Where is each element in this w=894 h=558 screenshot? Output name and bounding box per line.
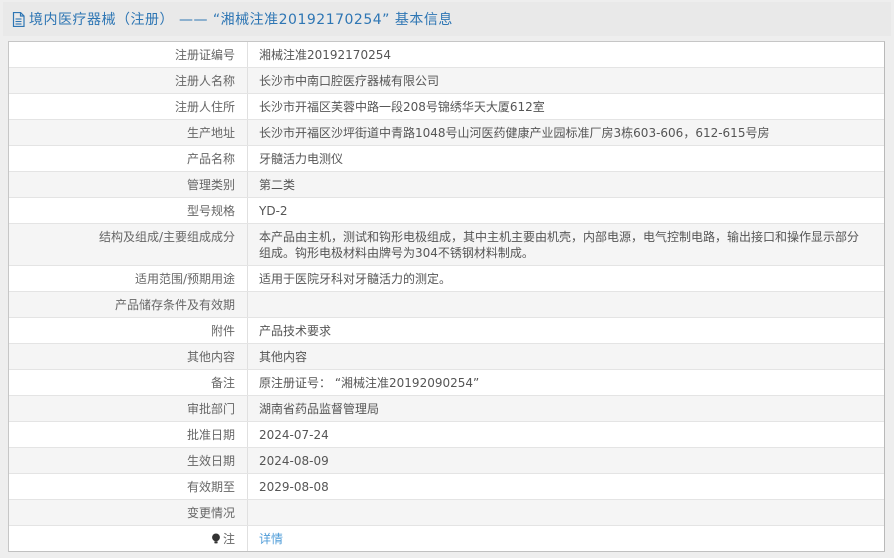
row-label: 生效日期: [9, 448, 248, 473]
table-row: 变更情况: [9, 499, 884, 525]
row-label: 注册人名称: [9, 68, 248, 93]
table-row: 备注 原注册证号： “湘械注准20192090254”: [9, 369, 884, 395]
table-row: 审批部门 湖南省药品监督管理局: [9, 395, 884, 421]
table-row: 注册人住所 长沙市开福区芙蓉中路一段208号锦绣华天大厦612室: [9, 93, 884, 119]
row-value: 湘械注准20192170254: [259, 48, 391, 62]
row-label-text: 型号规格: [186, 204, 235, 218]
table-row: 型号规格 YD-2: [9, 197, 884, 223]
row-label: 其他内容: [9, 344, 248, 369]
row-label: 结构及组成/主要组成成分: [9, 224, 248, 265]
table-row: 有效期至 2029-08-08: [9, 473, 884, 499]
row-value: 长沙市中南口腔医疗器械有限公司: [259, 74, 440, 88]
row-value: 长沙市开福区沙坪街道中青路1048号山河医药健康产业园标准厂房3栋603-606…: [259, 126, 770, 140]
row-value: [248, 500, 884, 525]
row-label-text: 有效期至: [186, 480, 235, 494]
table-row: 适用范围/预期用途 适用于医院牙科对牙髓活力的测定。: [9, 265, 884, 291]
table-row: 注 详情: [9, 525, 884, 551]
row-label: 注册证编号: [9, 42, 248, 67]
row-value: 牙髓活力电测仪: [259, 152, 344, 166]
table-row: 生产地址 长沙市开福区沙坪街道中青路1048号山河医药健康产业园标准厂房3栋60…: [9, 119, 884, 145]
row-label-text: 适用范围/预期用途: [134, 272, 235, 286]
row-value: 本产品由主机，测试和钩形电极组成，其中主机主要由机壳，内部电源，电气控制电路，输…: [259, 230, 860, 260]
row-value: 适用于医院牙科对牙髓活力的测定。: [259, 272, 452, 286]
table-row: 其他内容 其他内容: [9, 343, 884, 369]
table-row: 附件 产品技术要求: [9, 317, 884, 343]
row-label: 管理类别: [9, 172, 248, 197]
table-row: 产品储存条件及有效期: [9, 291, 884, 317]
row-value: YD-2: [259, 204, 288, 218]
row-label-text: 批准日期: [186, 428, 235, 442]
table-row: 生效日期 2024-08-09: [9, 447, 884, 473]
row-label: 生产地址: [9, 120, 248, 145]
row-label-text: 审批部门: [186, 402, 235, 416]
row-label: 型号规格: [9, 198, 248, 223]
table-row: 产品名称 牙髓活力电测仪: [9, 145, 884, 171]
row-label-text: 管理类别: [186, 178, 235, 192]
row-label: 批准日期: [9, 422, 248, 447]
row-label-text: 注册证编号: [174, 48, 235, 62]
row-label: 适用范围/预期用途: [9, 266, 248, 291]
row-label: 备注: [9, 370, 248, 395]
row-value: 产品技术要求: [259, 324, 332, 338]
row-value: 湖南省药品监督管理局: [259, 402, 380, 416]
row-label-text: 产品储存条件及有效期: [114, 298, 235, 312]
table-row: 批准日期 2024-07-24: [9, 421, 884, 447]
row-value: 2029-08-08: [259, 480, 329, 494]
row-label-text: 产品名称: [186, 152, 235, 166]
row-value: 长沙市开福区芙蓉中路一段208号锦绣华天大厦612室: [259, 100, 545, 114]
row-label-text: 注: [222, 532, 235, 546]
row-label: 变更情况: [9, 500, 248, 525]
table-row: 注册人名称 长沙市中南口腔医疗器械有限公司: [9, 67, 884, 93]
row-label: 注册人住所: [9, 94, 248, 119]
row-label: 产品储存条件及有效期: [9, 292, 248, 317]
row-value: 2024-07-24: [259, 428, 329, 442]
page-title: 境内医疗器械（注册） —— “湘械注准20192170254” 基本信息: [29, 12, 453, 28]
row-label-text: 其他内容: [186, 350, 235, 364]
row-label: 审批部门: [9, 396, 248, 421]
row-value: [248, 292, 884, 317]
row-label-text: 注册人住所: [174, 100, 235, 114]
row-label: 附件: [9, 318, 248, 343]
table-row: 注册证编号 湘械注准20192170254: [9, 42, 884, 67]
table-row: 管理类别 第二类: [9, 171, 884, 197]
row-value: 第二类: [259, 178, 296, 192]
row-label-text: 生产地址: [186, 126, 235, 140]
row-value: 原注册证号： “湘械注准20192090254”: [259, 376, 480, 390]
row-label-text: 变更情况: [186, 506, 235, 520]
table-row: 结构及组成/主要组成成分 本产品由主机，测试和钩形电极组成，其中主机主要由机壳，…: [9, 223, 884, 265]
row-label-text: 附件: [210, 324, 235, 338]
row-label-text: 生效日期: [186, 454, 235, 468]
header-bar: 境内医疗器械（注册） —— “湘械注准20192170254” 基本信息: [3, 2, 891, 36]
row-value: 2024-08-09: [259, 454, 329, 468]
details-link[interactable]: 详情: [259, 532, 283, 546]
row-label: 有效期至: [9, 474, 248, 499]
row-value: 详情: [248, 526, 884, 551]
row-value: 其他内容: [259, 350, 308, 364]
row-label: 产品名称: [9, 146, 248, 171]
row-label-text: 注册人名称: [174, 74, 235, 88]
row-label: 注: [9, 526, 248, 551]
row-label-text: 结构及组成/主要组成成分: [98, 230, 235, 244]
registration-info-table: 注册证编号 湘械注准20192170254 注册人名称 长沙市中南口腔医疗器械有…: [8, 41, 885, 552]
note-bulb-icon: [211, 533, 221, 545]
row-label-text: 备注: [210, 376, 235, 390]
document-icon: [12, 12, 25, 27]
